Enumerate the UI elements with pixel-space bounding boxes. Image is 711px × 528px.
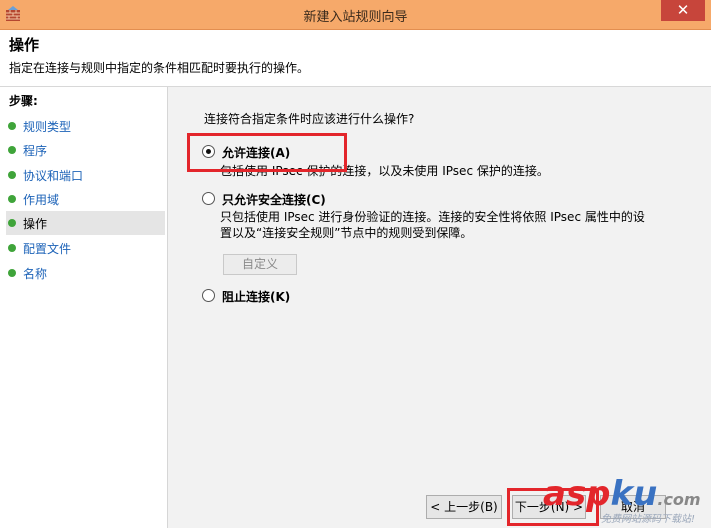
annotation-highlight-allow <box>187 133 347 172</box>
block-radio[interactable] <box>202 289 215 302</box>
step-dot-icon <box>8 219 16 227</box>
step-dot-icon <box>8 195 16 203</box>
allow-secure-label[interactable]: 只允许安全连接(C) <box>222 191 326 208</box>
sidebar-item-label: 名称 <box>23 267 48 281</box>
watermark-tagline: 免费网站源码下载站! <box>601 514 696 525</box>
page-header: 操作 指定在连接与规则中指定的条件相匹配时要执行的操作。 <box>0 30 711 87</box>
sidebar-item-program[interactable]: 程序 <box>6 138 165 162</box>
step-dot-icon <box>8 171 16 179</box>
customize-button: 自定义 <box>223 254 297 275</box>
allow-secure-description-line2: 置以及“连接安全规则”节点中的规则受到保障。 <box>220 226 473 240</box>
sidebar-item-rule-type[interactable]: 规则类型 <box>6 114 165 138</box>
block-label[interactable]: 阻止连接(K) <box>222 288 290 305</box>
watermark-suffix: .com <box>657 490 701 509</box>
back-button[interactable]: < 上一步(B) <box>426 495 502 519</box>
action-question: 连接符合指定条件时应该进行什么操作? <box>204 112 415 126</box>
window-title: 新建入站规则向导 <box>303 10 408 25</box>
sidebar-item-label: 规则类型 <box>23 120 72 134</box>
title-bar: 新建入站规则向导 ✕ <box>0 0 711 30</box>
allow-secure-description-line1: 只包括使用 IPsec 进行身份验证的连接。连接的安全性将依照 IPsec 属性… <box>220 210 645 224</box>
sidebar-item-label: 配置文件 <box>23 242 72 256</box>
watermark-blue: ku <box>610 474 658 514</box>
sidebar-item-action[interactable]: 操作 <box>6 211 165 235</box>
allow-secure-radio[interactable] <box>202 192 215 205</box>
page-title: 操作 <box>9 36 40 54</box>
sidebar-item-label: 程序 <box>23 144 48 158</box>
watermark-logo: aspku.com <box>543 474 701 514</box>
steps-title: 步骤: <box>9 94 38 108</box>
page-description: 指定在连接与规则中指定的条件相匹配时要执行的操作。 <box>9 61 310 75</box>
step-dot-icon <box>8 146 16 154</box>
watermark-red: asp <box>543 474 611 514</box>
sidebar-item-profile[interactable]: 配置文件 <box>6 236 165 260</box>
site-watermark: aspku.com 免费网站源码下载站! <box>537 474 711 528</box>
step-dot-icon <box>8 122 16 130</box>
step-dot-icon <box>8 244 16 252</box>
sidebar-item-name[interactable]: 名称 <box>6 261 165 285</box>
sidebar-item-protocol-port[interactable]: 协议和端口 <box>6 163 165 187</box>
sidebar-item-scope[interactable]: 作用域 <box>6 187 165 211</box>
steps-sidebar: 步骤: 规则类型 程序 协议和端口 作用域 操作 配置文件 名称 <box>0 87 168 528</box>
sidebar-item-label: 操作 <box>23 217 48 231</box>
sidebar-item-label: 协议和端口 <box>23 169 84 183</box>
sidebar-item-label: 作用域 <box>23 193 60 207</box>
step-dot-icon <box>8 269 16 277</box>
close-button[interactable]: ✕ <box>661 0 705 21</box>
